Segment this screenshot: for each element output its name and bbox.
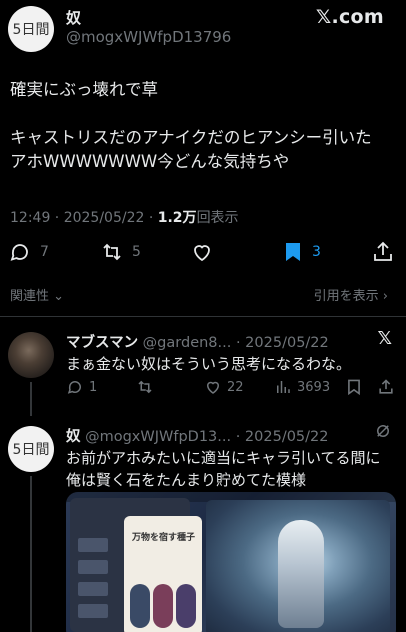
retweet-icon [103,243,121,261]
reply-item[interactable]: 5日間 奴 @mogxWJWfpD13... · 2025/05/22 お前がア… [0,418,406,632]
tweet-line: アホWWWWWWW今どんな気持ちや [10,152,290,171]
bookmark-count: 3 [312,244,321,260]
share-button[interactable] [372,238,394,266]
author-handle[interactable]: @mogxWJWfpD13796 [66,28,231,46]
views-label: 回表示 [196,210,239,226]
reply-author-name[interactable]: 奴 [66,429,81,445]
media-image[interactable]: 万物を宿す種子 [66,492,396,632]
analytics-icon [277,381,290,393]
author-avatar[interactable]: 5日間 [8,426,54,472]
chevron-right-icon: › [382,289,388,304]
author-avatar[interactable]: 5日間 [8,6,54,52]
view-quotes-link[interactable]: 引用を表示 › [314,285,388,304]
share-icon [379,379,393,394]
reply-button[interactable]: 7 [8,238,49,266]
share-button[interactable] [378,378,394,396]
tweet-header: 5日間 奴 @mogxWJWfpD13796 𝕏.com [0,0,406,60]
tweet-line: キャストリスだのアナイクだのヒアンシー引いた [10,128,372,147]
like-count: 22 [227,379,244,395]
bookmark-button[interactable] [346,378,362,396]
tweet-timestamp[interactable]: 12:49 · 2025/05/22 · [10,210,158,226]
reply-item[interactable]: マブスマン @garden8... · 2025/05/22 𝕏 まぁ金ない奴は… [0,324,406,416]
tweet-line: 確実にぶっ壊れで草 [10,80,159,99]
bookmark-button[interactable]: 3 [282,238,321,266]
tweet-meta: 12:49 · 2025/05/22 · 1.2万回表示 [10,207,239,227]
x-logo: 𝕏.com [315,6,384,28]
like-icon [206,381,220,394]
reply-count: 7 [40,244,49,260]
reply-icon [10,244,28,261]
grok-icon[interactable] [374,422,392,445]
reply-icon [67,381,81,394]
reply-header: 奴 @mogxWJWfpD13... · 2025/05/22 [66,425,329,446]
views-count: 3693 [297,379,331,395]
chevron-down-icon: ⌄ [53,289,65,304]
thread-line [30,382,32,416]
retweet-button[interactable]: 5 [100,238,141,266]
divider [0,316,406,317]
reply-header: マブスマン @garden8... · 2025/05/22 [66,331,329,352]
sort-relevance-dropdown[interactable]: 関連性 ⌄ [10,285,64,304]
reply-text-line: 俺は賢く石をたんまり貯めてた模様 [66,471,307,489]
reply-text: まぁ金ない奴はそういう思考になるわな。 [66,355,352,373]
bookmark-icon [286,243,300,261]
reply-count: 1 [89,379,98,395]
retweet-button[interactable] [136,378,154,396]
media-card: 万物を宿す種子 [124,516,202,632]
like-button[interactable]: 22 [204,378,244,396]
like-button[interactable] [190,238,214,266]
reply-action-bar: 1 22 3693 [66,378,396,400]
bookmark-icon [348,379,360,396]
author-name[interactable]: 奴 [66,7,81,28]
views-count: 1.2万 [157,210,197,226]
tweet-text: 確実にぶっ壊れで草 キャストリスだのアナイクだのヒアンシー引いた アホWWWWW… [10,78,400,174]
x-logo: 𝕏 [377,328,392,349]
share-icon [374,241,392,261]
reply-text-line: お前がアホみたいに適当にキャラ引いてる間に [66,449,381,467]
thread-line [30,476,32,632]
retweet-icon [138,380,152,394]
user-avatar-photo[interactable] [8,332,54,378]
reply-handle-date[interactable]: @garden8... · 2025/05/22 [138,335,329,351]
media-character [278,520,324,628]
reply-author-name[interactable]: マブスマン [66,335,138,351]
reply-button[interactable]: 1 [66,378,97,396]
reply-handle-date[interactable]: @mogxWJWfpD13... · 2025/05/22 [81,429,328,445]
views-button[interactable]: 3693 [274,378,330,396]
media-caption: 万物を宿す種子 [132,533,196,543]
retweet-count: 5 [132,244,141,260]
like-icon [194,245,210,262]
reply-text: お前がアホみたいに適当にキャラ引いてる間に 俺は賢く石をたんまり貯めてた模様 [66,447,381,491]
action-bar: 7 5 3 [0,238,406,268]
reply-sort-row: 関連性 ⌄ 引用を表示 › [0,285,406,307]
